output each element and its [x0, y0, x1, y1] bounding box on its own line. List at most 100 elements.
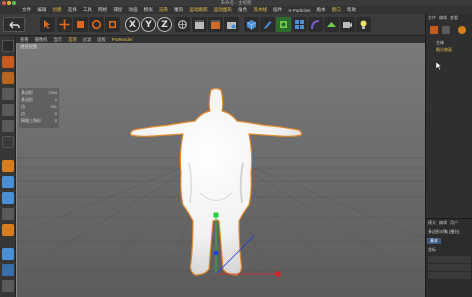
- arrow-cursor-icon: [435, 61, 443, 71]
- cloner-icon: [295, 20, 304, 29]
- rotate-icon: [91, 19, 102, 30]
- tree-item-subdivision[interactable]: 细分曲面: [428, 47, 452, 54]
- menu-sculpt[interactable]: 雕刻: [174, 7, 183, 13]
- sculpt-brush-button[interactable]: [2, 224, 14, 236]
- cube-icon: [246, 20, 257, 30]
- info-row: 多边形 7104: [21, 89, 57, 96]
- x-axis-button[interactable]: X: [125, 17, 140, 32]
- cube-object-button[interactable]: [244, 17, 259, 32]
- menu-character[interactable]: 角色: [238, 7, 247, 13]
- texture-mode-button[interactable]: [2, 56, 14, 68]
- menu-pipeline[interactable]: 流水线: [253, 7, 267, 13]
- menu-animate[interactable]: 动画: [128, 7, 137, 13]
- menu-tools[interactable]: 工具: [83, 7, 92, 13]
- info-row: 点0: [21, 110, 57, 117]
- menu-create[interactable]: 创建: [52, 7, 61, 13]
- stack-button[interactable]: [2, 280, 14, 292]
- scene-icon: [327, 22, 336, 27]
- enable-axis-button[interactable]: [2, 136, 14, 148]
- move-tool-button[interactable]: [57, 17, 72, 32]
- viewport-menu-display[interactable]: 显示: [53, 37, 62, 43]
- scene-button[interactable]: [324, 17, 339, 32]
- attr-menu-user[interactable]: 用户: [450, 220, 458, 226]
- menu-script[interactable]: 脆本: [316, 7, 325, 13]
- light-bulb-icon: [360, 20, 367, 29]
- menu-render[interactable]: 渲染: [159, 7, 168, 13]
- grid-button[interactable]: [2, 264, 14, 276]
- attr-tab-basic[interactable]: 基本: [427, 238, 441, 244]
- viewport-menu-options[interactable]: 选项: [68, 37, 77, 43]
- info-value: 0: [54, 97, 57, 102]
- x-axis-handle: [275, 271, 281, 277]
- layer-button[interactable]: [2, 248, 14, 260]
- info-label: 点: [21, 111, 25, 116]
- viewport-label: 透视视图: [20, 44, 38, 49]
- workplane-lock-button[interactable]: [2, 192, 14, 204]
- light-button[interactable]: [356, 17, 371, 32]
- info-value: 0: [54, 118, 57, 123]
- menu-simulate[interactable]: 模拟: [144, 7, 153, 13]
- render-settings-icon: [227, 22, 236, 29]
- menu-plugins[interactable]: 插件: [273, 7, 282, 13]
- attr-menu-mode[interactable]: 模式: [428, 220, 436, 226]
- render-view-button[interactable]: [192, 17, 207, 32]
- tweak-mode-button[interactable]: [2, 160, 14, 172]
- model-mode-button[interactable]: [2, 40, 14, 52]
- locked-workplane-button[interactable]: [2, 208, 14, 220]
- viewport-menu-filter[interactable]: 过滤: [83, 37, 92, 43]
- scale-tool-button[interactable]: [73, 17, 88, 32]
- attr-row: [428, 264, 471, 271]
- render-settings-button[interactable]: [224, 17, 239, 32]
- scene-info-panel: 多边形 7104 多边形 0 边 761 点0 网格三角形 0: [19, 88, 59, 128]
- y-axis-button[interactable]: Y: [141, 17, 156, 32]
- workplane-button[interactable]: [2, 72, 14, 84]
- viewport-menu-cameras[interactable]: 摄像机: [35, 37, 48, 43]
- rotate-tool-button[interactable]: [89, 17, 104, 32]
- live-select-button[interactable]: [40, 17, 55, 32]
- menu-mograph[interactable]: 运动图形: [214, 7, 232, 13]
- om-menu-file[interactable]: 文件: [428, 15, 436, 21]
- points-mode-button[interactable]: [2, 88, 14, 100]
- left-tool-palette: [0, 36, 16, 297]
- info-label: 网格三角形: [21, 118, 41, 123]
- undo-button[interactable]: [3, 17, 25, 32]
- render-to-picture-viewer-button[interactable]: [208, 17, 223, 32]
- menu-snap[interactable]: 捕捉: [113, 7, 122, 13]
- info-row: 边 761: [21, 103, 57, 110]
- subdivision-icon: [280, 21, 287, 28]
- menu-mesh[interactable]: 网格: [98, 7, 107, 13]
- viewport-menu-view[interactable]: 查看: [20, 37, 29, 43]
- tree-item-body[interactable]: 主体: [428, 40, 452, 47]
- camera-button[interactable]: [340, 17, 355, 32]
- snap-button[interactable]: [2, 176, 14, 188]
- edges-mode-button[interactable]: [2, 104, 14, 116]
- scale-icon: [77, 21, 84, 28]
- coordinate-system-icon: [178, 20, 187, 29]
- menu-window[interactable]: 窗口: [332, 7, 341, 13]
- menu-file[interactable]: 文件: [22, 7, 31, 13]
- subdivision-surface-button[interactable]: [276, 17, 291, 32]
- info-value: 7104: [48, 90, 57, 95]
- viewport-menu-panel[interactable]: 面板: [97, 37, 106, 43]
- undo-icon: [9, 21, 20, 28]
- world-coordinates-button[interactable]: [175, 17, 190, 32]
- perspective-viewport[interactable]: 透视视图 多边形 7104 多边形 0 边 761 点0 网格三角形 0: [16, 43, 425, 297]
- om-menu-edit[interactable]: 编辑: [439, 15, 447, 21]
- polygons-mode-button[interactable]: [2, 120, 14, 132]
- om-layer-button[interactable]: [458, 26, 466, 34]
- menu-x-particles[interactable]: X-Particles: [288, 8, 310, 13]
- recent-tool-button[interactable]: [105, 17, 120, 32]
- om-menu-view[interactable]: 查看: [450, 15, 458, 21]
- z-axis-button[interactable]: Z: [157, 17, 172, 32]
- cloner-button[interactable]: [292, 17, 307, 32]
- menu-help[interactable]: 帮助: [347, 7, 356, 13]
- menu-edit[interactable]: 编辑: [37, 7, 46, 13]
- pen-spline-button[interactable]: [260, 17, 275, 32]
- deformer-button[interactable]: [308, 17, 323, 32]
- om-search-button[interactable]: [442, 26, 450, 34]
- viewport-menu-prorender[interactable]: ProRender: [112, 37, 133, 42]
- menu-motion-tracker[interactable]: 运动跟踪: [189, 7, 207, 13]
- menu-select[interactable]: 选择: [68, 7, 77, 13]
- om-filter-button[interactable]: [430, 26, 438, 34]
- attr-menu-edit[interactable]: 编辑: [439, 220, 447, 226]
